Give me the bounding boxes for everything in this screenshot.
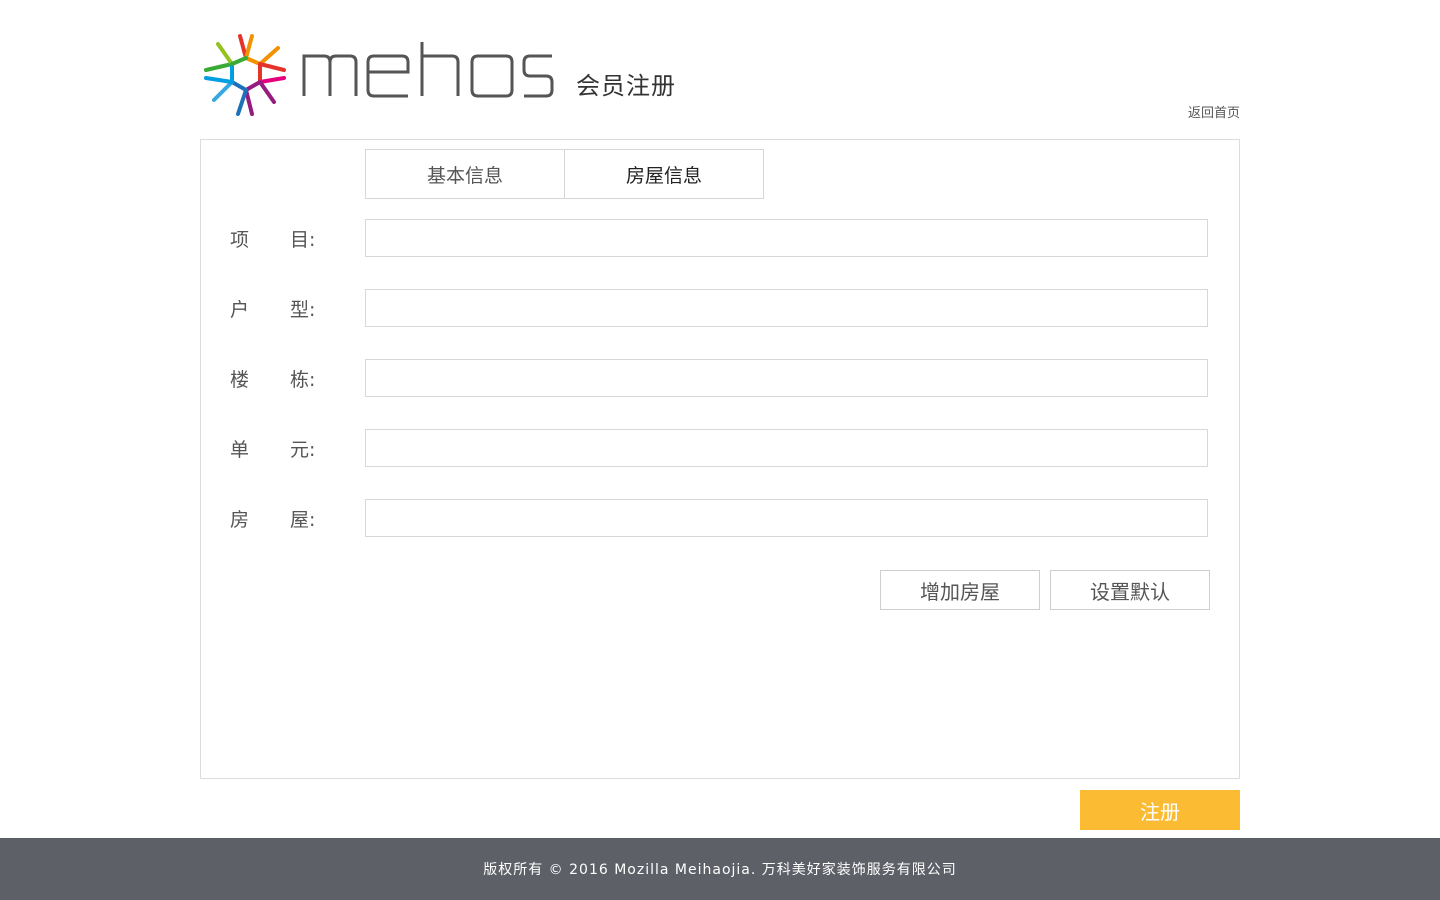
label-char: 型: [290, 298, 316, 321]
label-char: 屋: [290, 508, 316, 531]
label-char: 目: [290, 228, 316, 251]
add-house-button[interactable]: 增加房屋 [880, 570, 1040, 610]
form-row-building: 楼 栋: [230, 359, 1208, 397]
layout-input[interactable] [365, 289, 1208, 327]
footer: 版权所有 © 2016 Mozilla Meihaojia. 万科美好家装饰服务… [0, 838, 1440, 900]
tab-bar: 基本信息 房屋信息 [365, 149, 764, 199]
field-label: 楼 栋: [230, 365, 365, 392]
header: 会员注册 返回首页 [200, 28, 1240, 128]
form-row-house: 房 屋: [230, 499, 1208, 537]
label-char: 元: [290, 438, 316, 461]
project-input[interactable] [365, 219, 1208, 257]
label-char: 户 [230, 298, 250, 321]
tab-house-info[interactable]: 房屋信息 [565, 149, 764, 199]
set-default-button[interactable]: 设置默认 [1050, 570, 1210, 610]
label-char: 楼 [230, 368, 250, 391]
back-home-link[interactable]: 返回首页 [1188, 102, 1240, 121]
label-char: 房 [230, 508, 250, 531]
field-label: 房 屋: [230, 505, 365, 532]
tab-basic-info[interactable]: 基本信息 [365, 149, 565, 199]
registration-panel: 基本信息 房屋信息 项 目: 户 型: 楼 栋: 单 元: 房 屋: 增加房屋 … [200, 139, 1240, 779]
logo-star-icon [204, 34, 286, 116]
building-input[interactable] [365, 359, 1208, 397]
register-button[interactable]: 注册 [1080, 790, 1240, 830]
page-title: 会员注册 [576, 72, 676, 100]
copyright-text: 版权所有 © 2016 Mozilla Meihaojia. 万科美好家装饰服务… [483, 862, 957, 878]
form-row-layout: 户 型: [230, 289, 1208, 327]
label-char: 栋: [290, 368, 316, 391]
house-input[interactable] [365, 499, 1208, 537]
form-row-unit: 单 元: [230, 429, 1208, 467]
logo-wordmark [302, 42, 554, 98]
field-label: 户 型: [230, 295, 365, 322]
form-row-project: 项 目: [230, 219, 1208, 257]
label-char: 单 [230, 438, 250, 461]
field-label: 项 目: [230, 225, 365, 252]
label-char: 项 [230, 228, 250, 251]
field-label: 单 元: [230, 435, 365, 462]
unit-input[interactable] [365, 429, 1208, 467]
